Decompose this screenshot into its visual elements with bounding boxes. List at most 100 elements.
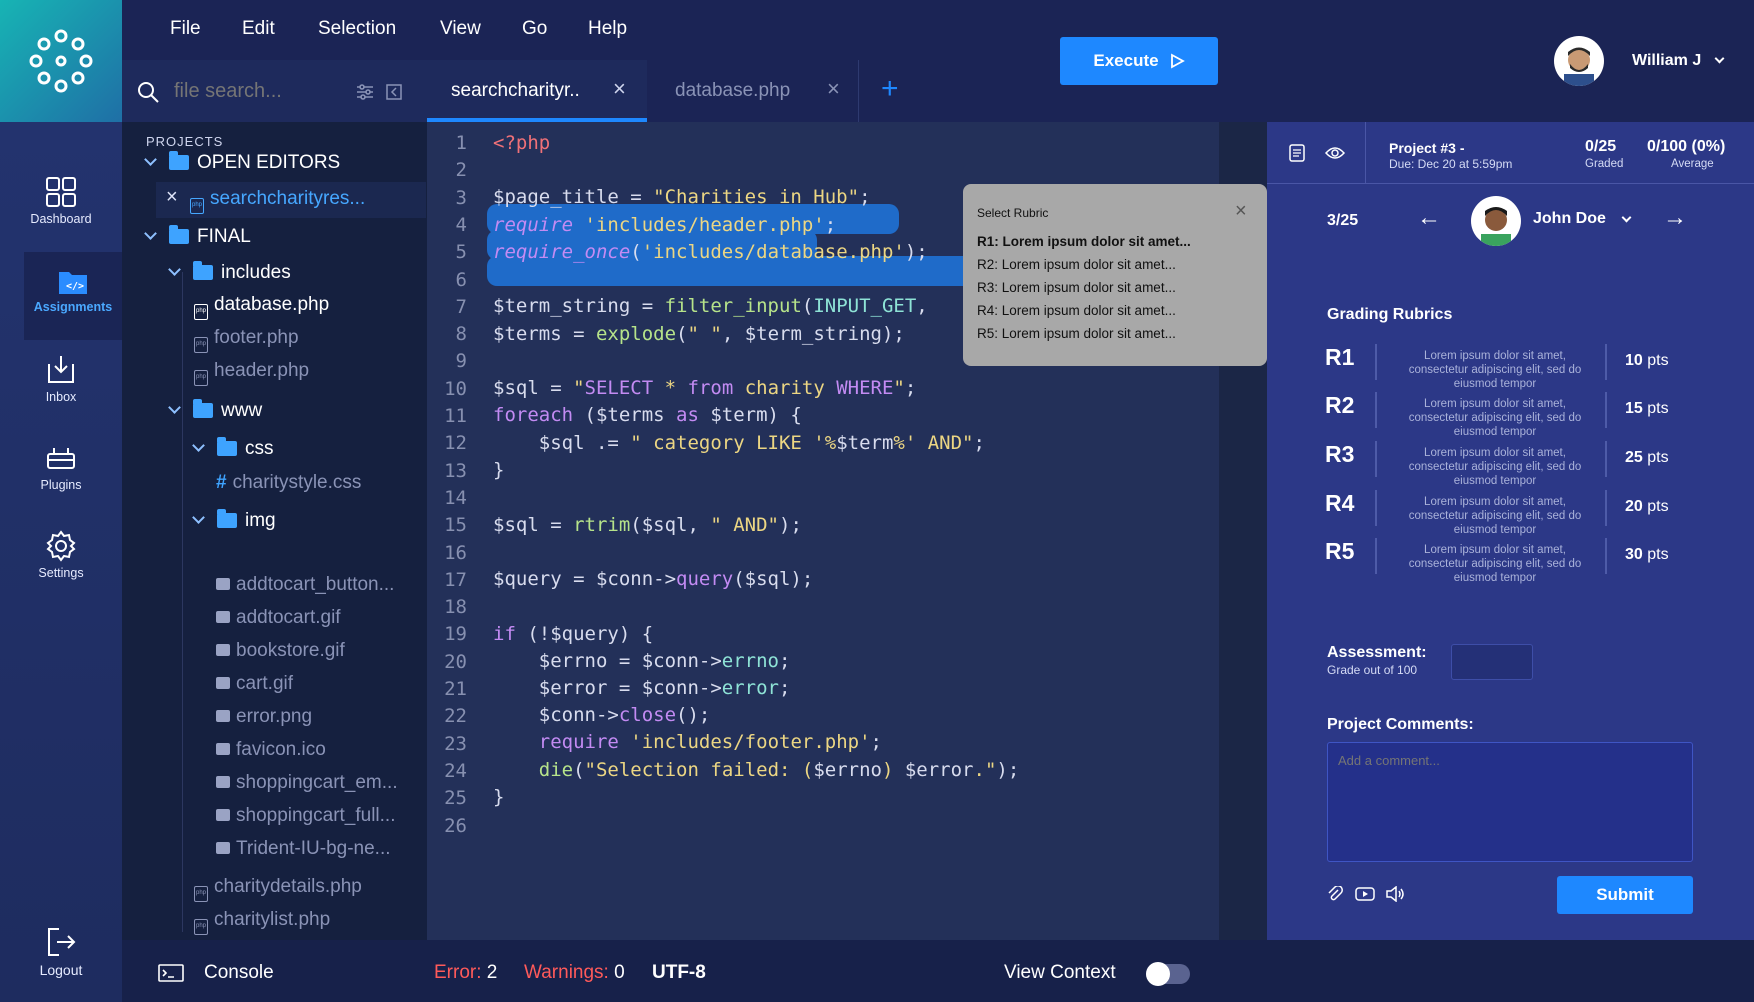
rubric-points: 15 pts (1625, 400, 1669, 418)
menu-go[interactable]: Go (522, 18, 547, 40)
sidebar-item-logout[interactable]: Logout (0, 912, 122, 1000)
tree-img[interactable]: img (192, 509, 276, 532)
rubric-option[interactable]: R2: Lorem ipsum dolor sit amet... (977, 257, 1176, 272)
tree-includes[interactable]: includes (168, 261, 291, 284)
menu-view[interactable]: View (440, 18, 481, 40)
rubric-row[interactable]: R2 Lorem ipsum dolor sit amet, consectet… (1325, 392, 1669, 438)
points-value: 25 (1625, 449, 1643, 466)
assessment-label: Assessment: (1327, 644, 1427, 661)
console-label[interactable]: Console (204, 962, 274, 984)
view-context-toggle[interactable] (1146, 962, 1190, 986)
tree-file[interactable]: error.png (216, 706, 312, 728)
sidebar-item-inbox[interactable]: Inbox (0, 340, 122, 428)
collapse-panel-icon[interactable] (386, 84, 402, 100)
gear-icon (46, 530, 76, 562)
user-avatar[interactable] (1554, 36, 1604, 86)
user-menu[interactable]: William J (1632, 52, 1725, 70)
sidebar-item-dashboard[interactable]: Dashboard (0, 162, 122, 250)
sidebar-item-assignments[interactable]: </> Assignments (24, 252, 122, 340)
tree-file[interactable]: shoppingcart_em... (216, 772, 398, 794)
prev-student-icon[interactable]: ← (1417, 204, 1441, 232)
audio-icon[interactable] (1385, 886, 1405, 902)
tree-file[interactable]: Trident-IU-bg-ne... (216, 838, 391, 860)
filter-icon[interactable] (356, 84, 374, 100)
tree-file[interactable]: addtocart.gif (216, 607, 341, 629)
rubric-option[interactable]: R5: Lorem ipsum dolor sit amet... (977, 326, 1176, 341)
rubric-option[interactable]: R3: Lorem ipsum dolor sit amet... (977, 280, 1176, 295)
sidebar-label: Logout (39, 962, 83, 978)
close-icon[interactable]: × (166, 186, 178, 209)
tab-searchcharity[interactable]: searchcharityr.. × (427, 60, 647, 122)
sidebar-item-settings[interactable]: Settings (0, 516, 122, 604)
php-file-icon: php (194, 919, 208, 935)
line-number: 22 (444, 705, 467, 728)
line-number: 8 (455, 323, 467, 346)
tree-file[interactable]: php header.php (194, 360, 309, 386)
student-name[interactable]: John Doe (1533, 210, 1606, 228)
tree-file[interactable]: php database.php (194, 294, 329, 320)
error-count[interactable]: Error: 2 (434, 962, 497, 984)
rubric-row[interactable]: R3 Lorem ipsum dolor sit amet, consectet… (1325, 441, 1669, 487)
eye-icon[interactable] (1325, 146, 1345, 160)
tree-file[interactable]: favicon.ico (216, 739, 326, 761)
console-icon[interactable] (158, 964, 184, 982)
tree-css[interactable]: css (192, 437, 274, 460)
line-number: 24 (444, 759, 467, 782)
open-editor-item[interactable]: × php searchcharityres... (156, 182, 426, 218)
rubric-row[interactable]: R4 Lorem ipsum dolor sit amet, consectet… (1325, 490, 1669, 536)
php-file-icon: php (194, 886, 208, 902)
tree-file[interactable]: shoppingcart_full... (216, 805, 396, 827)
image-file-icon (216, 809, 230, 821)
tree-file[interactable]: php footer.php (194, 327, 299, 353)
menu-edit[interactable]: Edit (242, 18, 275, 40)
tree-file[interactable]: cart.gif (216, 673, 293, 695)
sidebar-item-plugins[interactable]: Plugins (0, 428, 122, 516)
tree-file[interactable]: # charitystyle.css (216, 472, 361, 494)
tree-www[interactable]: www (168, 399, 262, 422)
rubric-option[interactable]: R4: Lorem ipsum dolor sit amet... (977, 303, 1176, 318)
line-number: 12 (444, 432, 467, 455)
points-unit: pts (1647, 449, 1669, 466)
search-input[interactable] (174, 74, 344, 108)
menu-selection[interactable]: Selection (318, 18, 396, 40)
rubric-row[interactable]: R1 Lorem ipsum dolor sit amet, consectet… (1325, 344, 1669, 390)
add-tab-icon[interactable]: + (881, 72, 899, 106)
divider (1375, 392, 1377, 428)
toggle-knob (1146, 962, 1170, 986)
tree-file[interactable]: bookstore.gif (216, 640, 345, 662)
menu-file[interactable]: File (170, 18, 201, 40)
tree-file[interactable]: php charitydetails.php (194, 876, 362, 902)
menu-help[interactable]: Help (588, 18, 627, 40)
points-unit: pts (1647, 546, 1669, 563)
line-number: 4 (455, 213, 467, 236)
comment-textarea[interactable] (1327, 742, 1693, 862)
tree-final[interactable]: FINAL (144, 225, 251, 248)
chevron-down-icon (192, 511, 205, 524)
tab-database[interactable]: database.php × (647, 60, 859, 122)
close-icon[interactable]: × (1235, 200, 1247, 223)
warning-count[interactable]: Warnings: 0 (524, 962, 625, 984)
tree-open-editors[interactable]: OPEN EDITORS (144, 151, 340, 174)
folder-icon (193, 399, 213, 418)
next-student-icon[interactable]: → (1663, 204, 1687, 232)
chevron-down-icon[interactable] (1621, 212, 1632, 223)
tab-label: database.php (675, 80, 791, 101)
rubric-row[interactable]: R5 Lorem ipsum dolor sit amet, consectet… (1325, 538, 1669, 584)
tree-file[interactable]: php charitylist.php (194, 909, 330, 935)
rubric-desc: Lorem ipsum dolor sit amet, consectetur … (1408, 398, 1582, 438)
points-unit: pts (1647, 498, 1669, 515)
rubric-option[interactable]: R1: Lorem ipsum dolor sit amet... (977, 234, 1191, 249)
execute-button[interactable]: Execute (1060, 37, 1218, 85)
attachment-icon[interactable] (1327, 886, 1343, 902)
close-icon[interactable]: × (827, 76, 840, 102)
code-line: foreach ($terms as $term) { (493, 404, 802, 426)
video-icon[interactable] (1355, 886, 1375, 902)
divider (1605, 490, 1607, 526)
encoding-label[interactable]: UTF-8 (652, 962, 706, 984)
close-icon[interactable]: × (613, 76, 626, 102)
tree-file[interactable]: addtocart_button... (216, 574, 394, 596)
notes-icon[interactable] (1289, 144, 1305, 162)
code-line: $errno = $conn->errno; (493, 650, 791, 672)
submit-button[interactable]: Submit (1557, 876, 1693, 914)
assessment-grade-input[interactable] (1451, 644, 1533, 680)
